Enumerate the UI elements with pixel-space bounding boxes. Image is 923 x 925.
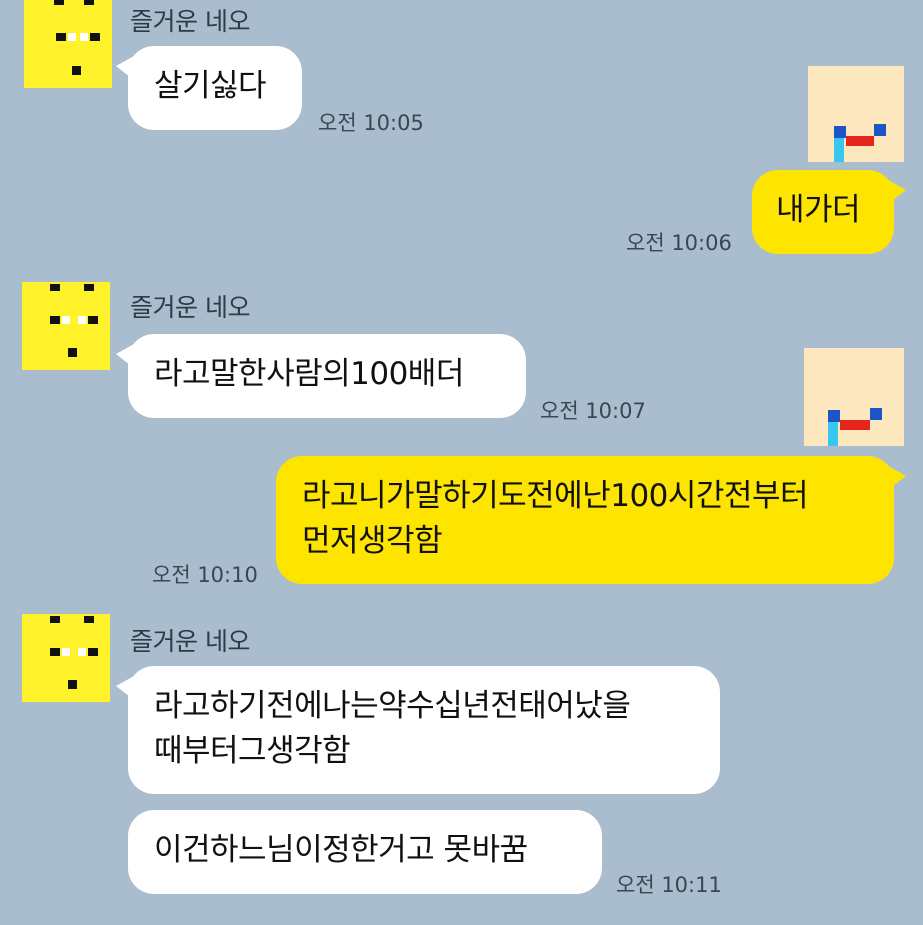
my-avatar[interactable] [804,348,904,446]
message-time: 오전 10:10 [152,563,258,587]
message-text: 살기싫다 [154,68,267,104]
my-avatar-tear-icon [828,422,838,446]
neo-eye-white-icon [78,316,86,324]
neo-brow-icon [50,648,60,656]
my-avatar[interactable] [808,66,904,162]
message-time: 오전 10:05 [318,111,424,135]
message-time: 오전 10:11 [616,873,722,897]
neo-eye-white-icon [62,648,70,656]
contact-name: 즐거운 네오 [130,293,250,322]
message-time: 오전 10:06 [626,231,732,255]
bubble-tail [116,676,134,700]
neo-avatar[interactable] [22,614,110,702]
message-text-line-2: 먼저생각함 [302,523,443,559]
neo-brow-icon [56,33,66,41]
neo-eye-left-icon [50,284,60,291]
neo-eye-white-icon [80,33,88,41]
neo-eye-white-icon [62,316,70,324]
message-text: 라고말한사람의100배더 [154,356,464,392]
neo-eye-white-icon [78,648,86,656]
neo-brow-icon [50,316,60,324]
my-avatar-eye-icon [834,126,846,138]
contact-name: 즐거운 네오 [130,627,250,656]
message-text-line-2: 때부터그생각함 [154,733,351,769]
message-text-line-1: 라고니가말하기도전에난100시간전부터 [302,478,809,514]
neo-eye-left-icon [50,616,60,623]
message-text-line-1: 라고하기전에나는약수십년전태어났을 [154,688,631,724]
message-bubble-5[interactable]: 라고하기전에나는약수십년전태어났을 때부터그생각함 [116,666,720,794]
my-avatar-eye-icon [870,408,882,420]
neo-brow-icon [88,648,98,656]
neo-nose-icon [72,66,81,75]
neo-avatar[interactable] [24,0,112,88]
neo-brow-icon [90,33,100,41]
neo-brow-icon [88,316,98,324]
message-bubble-3[interactable]: 라고말한사람의100배더 [116,334,526,418]
neo-eye-right-icon [84,616,94,623]
message-bubble-2[interactable]: 내가더 [752,170,906,254]
neo-nose-icon [68,680,77,689]
my-avatar-mouth-icon [846,136,874,146]
my-avatar-eye-icon [828,410,840,422]
bubble-tail [888,180,906,204]
message-text: 내가더 [776,192,861,228]
neo-eye-right-icon [84,284,94,291]
neo-eye-white-icon [68,33,76,41]
neo-avatar[interactable] [22,282,110,370]
message-bubble-1[interactable]: 살기싫다 [116,46,302,130]
message-bubble-4[interactable]: 라고니가말하기도전에난100시간전부터 먼저생각함 [276,456,906,584]
my-avatar-eye-icon [874,124,886,136]
neo-eye-left-icon [54,0,64,5]
message-bubble-6[interactable]: 이건하느님이정한거고 못바꿈 [128,810,602,894]
my-avatar-tear-icon [834,138,844,162]
message-time: 오전 10:07 [540,399,646,423]
bubble-tail [116,344,134,368]
bubble-tail [116,56,134,80]
bubble-tail [888,466,906,490]
message-text: 이건하느님이정한거고 못바꿈 [154,832,528,868]
contact-name: 즐거운 네오 [130,7,250,36]
my-avatar-mouth-icon [840,420,870,430]
neo-nose-icon [68,348,77,357]
neo-eye-right-icon [84,0,94,5]
